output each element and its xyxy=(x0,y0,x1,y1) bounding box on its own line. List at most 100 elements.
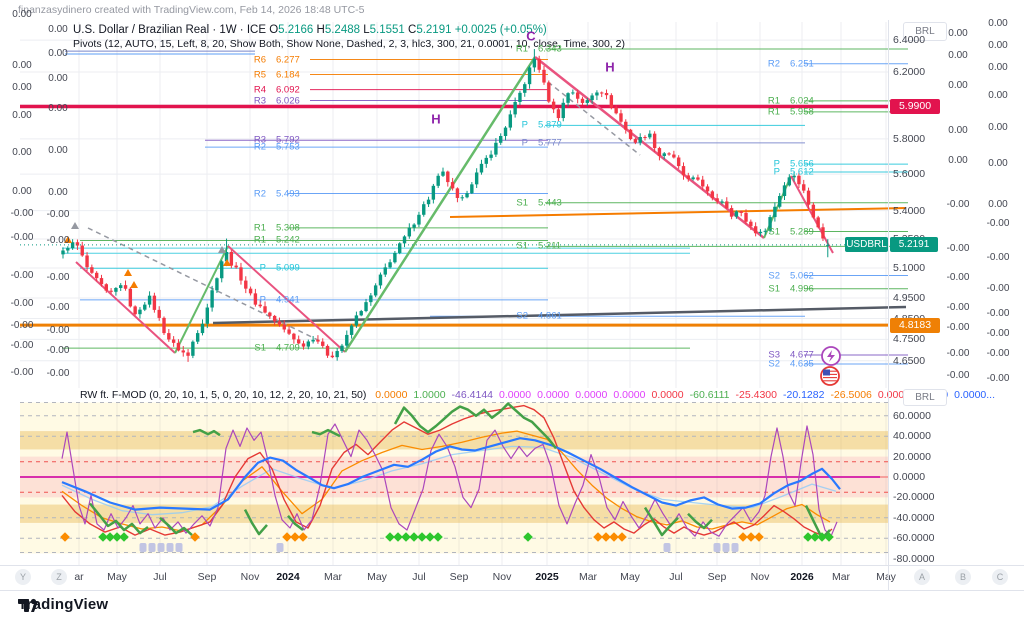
oscillator-panel[interactable] xyxy=(20,402,888,554)
candle-body xyxy=(628,129,633,140)
candle-body xyxy=(556,109,561,119)
annotation-letter-c[interactable]: C xyxy=(526,29,535,44)
ohlc-value: 5.1551 xyxy=(369,24,405,36)
symbol-legend[interactable]: U.S. Dollar / Brazilian Real · 1W · ICE … xyxy=(73,24,547,36)
zero-scale-value: -0.00 xyxy=(46,368,70,379)
zero-scale-value: 0.00 xyxy=(48,103,68,114)
panel-axis-label[interactable]: -80.0000 xyxy=(893,553,934,565)
panel-axis-label[interactable]: 20.0000 xyxy=(893,451,931,463)
candle-body xyxy=(99,278,104,285)
panel-axis-label[interactable]: 0.0000 xyxy=(893,471,925,483)
panel-plot-value: -60.6111 xyxy=(689,389,730,401)
panel-axis-label[interactable]: -60.0000 xyxy=(893,532,934,544)
time-axis-tick[interactable]: 2026 xyxy=(790,571,813,583)
time-axis-tick[interactable]: May xyxy=(620,571,640,583)
lavender-marker xyxy=(148,543,156,552)
price-axis-label[interactable]: 6.2000 xyxy=(893,66,925,78)
annotation-letter-h[interactable]: H xyxy=(605,60,614,75)
arrow-up-marker[interactable] xyxy=(71,222,79,229)
time-axis-tick[interactable]: Jul xyxy=(669,571,682,583)
axis-circle-y[interactable]: Y xyxy=(15,569,31,585)
time-axis-tick[interactable]: May xyxy=(876,571,896,583)
candle-body xyxy=(638,137,642,143)
price-axis-label[interactable]: 5.4000 xyxy=(893,205,925,217)
zero-scale-value: -0.00 xyxy=(46,209,70,220)
arrow-up-marker[interactable] xyxy=(218,246,226,253)
time-axis-tick[interactable]: Nov xyxy=(493,571,512,583)
candle-body xyxy=(720,201,724,203)
candle-body xyxy=(239,267,243,281)
price-axis-label[interactable]: 5.6000 xyxy=(893,168,925,180)
axis-circle-a[interactable]: A xyxy=(914,569,930,585)
zero-scale-value: -0.00 xyxy=(10,340,34,351)
panel-axis-label[interactable]: 40.0000 xyxy=(893,430,931,442)
lavender-marker xyxy=(663,543,671,552)
candles[interactable] xyxy=(61,49,830,362)
zero-scale-value: -0.00 xyxy=(986,348,1010,359)
time-axis-tick[interactable]: Nov xyxy=(241,571,260,583)
candle-body xyxy=(349,325,354,335)
time-axis-tick[interactable]: Nov xyxy=(751,571,770,583)
time-axis-tick[interactable]: Jul xyxy=(412,571,425,583)
candle-body xyxy=(412,224,416,228)
time-axis-tick[interactable]: Mar xyxy=(832,571,850,583)
arrow-up-marker[interactable] xyxy=(130,281,138,288)
candle-body xyxy=(128,288,133,307)
candle-body xyxy=(566,93,570,103)
time-axis-tick[interactable]: Sep xyxy=(450,571,469,583)
panel-axis-label[interactable]: -20.0000 xyxy=(893,491,934,503)
annotation-letter-h[interactable]: H xyxy=(431,112,440,127)
price-axis-label[interactable]: 6.4000 xyxy=(893,34,925,46)
sloped-trendline[interactable] xyxy=(449,207,907,218)
panel-axis-label[interactable]: 60.0000 xyxy=(893,410,931,422)
arrow-up-marker[interactable] xyxy=(124,269,132,276)
time-axis-tick[interactable]: 2024 xyxy=(276,571,299,583)
candle-body xyxy=(527,67,532,85)
pivot-value: 5.211 xyxy=(538,240,562,252)
trendline[interactable] xyxy=(343,56,537,353)
trendline[interactable] xyxy=(547,81,641,156)
flag-icon[interactable] xyxy=(820,366,840,386)
price-axis-label[interactable]: 4.9500 xyxy=(893,292,925,304)
axis-circle-b[interactable]: B xyxy=(955,569,971,585)
time-axis-tick[interactable]: May xyxy=(107,571,127,583)
currency-button-panel[interactable]: BRL xyxy=(903,389,947,406)
axis-circle-c[interactable]: C xyxy=(992,569,1008,585)
candle-body xyxy=(373,285,378,296)
time-axis-tick[interactable]: Sep xyxy=(198,571,217,583)
price-axis-label[interactable]: 5.1000 xyxy=(893,262,925,274)
panel-plot-value: 0.0000 xyxy=(575,389,608,401)
candle-body xyxy=(806,190,811,205)
lightning-icon[interactable] xyxy=(821,346,841,366)
panel-legend[interactable]: RW ft. F-MOD (0, 20, 10, 1, 5, 0, 20, 10… xyxy=(80,389,1007,401)
candle-body xyxy=(470,184,474,194)
time-axis-tick[interactable]: May xyxy=(367,571,387,583)
axis-circle-z[interactable]: Z xyxy=(51,569,67,585)
panel-axis-label[interactable]: -40.0000 xyxy=(893,512,934,524)
time-axis-tick[interactable]: Mar xyxy=(579,571,597,583)
pivot-value: 6.026 xyxy=(276,95,300,107)
time-axis-tick[interactable]: Mar xyxy=(324,571,342,583)
time-axis-tick[interactable]: Sep xyxy=(708,571,727,583)
tradingview-logo[interactable]: TradingView xyxy=(18,596,108,613)
candle-body xyxy=(393,252,397,263)
candle-body xyxy=(138,309,142,315)
candle-body xyxy=(292,333,296,340)
time-axis-tick[interactable]: ar xyxy=(74,571,83,583)
time-axis-tick[interactable]: Jul xyxy=(153,571,166,583)
time-axis-tick[interactable]: 2025 xyxy=(535,571,558,583)
pivot-label-s1: S1 xyxy=(768,283,780,295)
candle-body xyxy=(229,251,234,266)
candle-body xyxy=(575,92,580,99)
pivot-label-r2: R2 xyxy=(253,188,266,199)
panel-plot-value: 0.0000 xyxy=(375,389,408,401)
panel-plot-value: 0.0000 xyxy=(537,389,570,401)
panel-plot-value: -25.4300 xyxy=(735,389,777,401)
candle-body xyxy=(340,345,344,352)
candle-body xyxy=(667,153,671,155)
pivot-value: 4.635 xyxy=(790,358,814,370)
price-axis-label[interactable]: 4.6500 xyxy=(893,355,925,367)
candle-body xyxy=(479,163,484,173)
price-axis-label[interactable]: 5.8000 xyxy=(893,133,925,145)
price-axis-label[interactable]: 4.7500 xyxy=(893,333,925,345)
